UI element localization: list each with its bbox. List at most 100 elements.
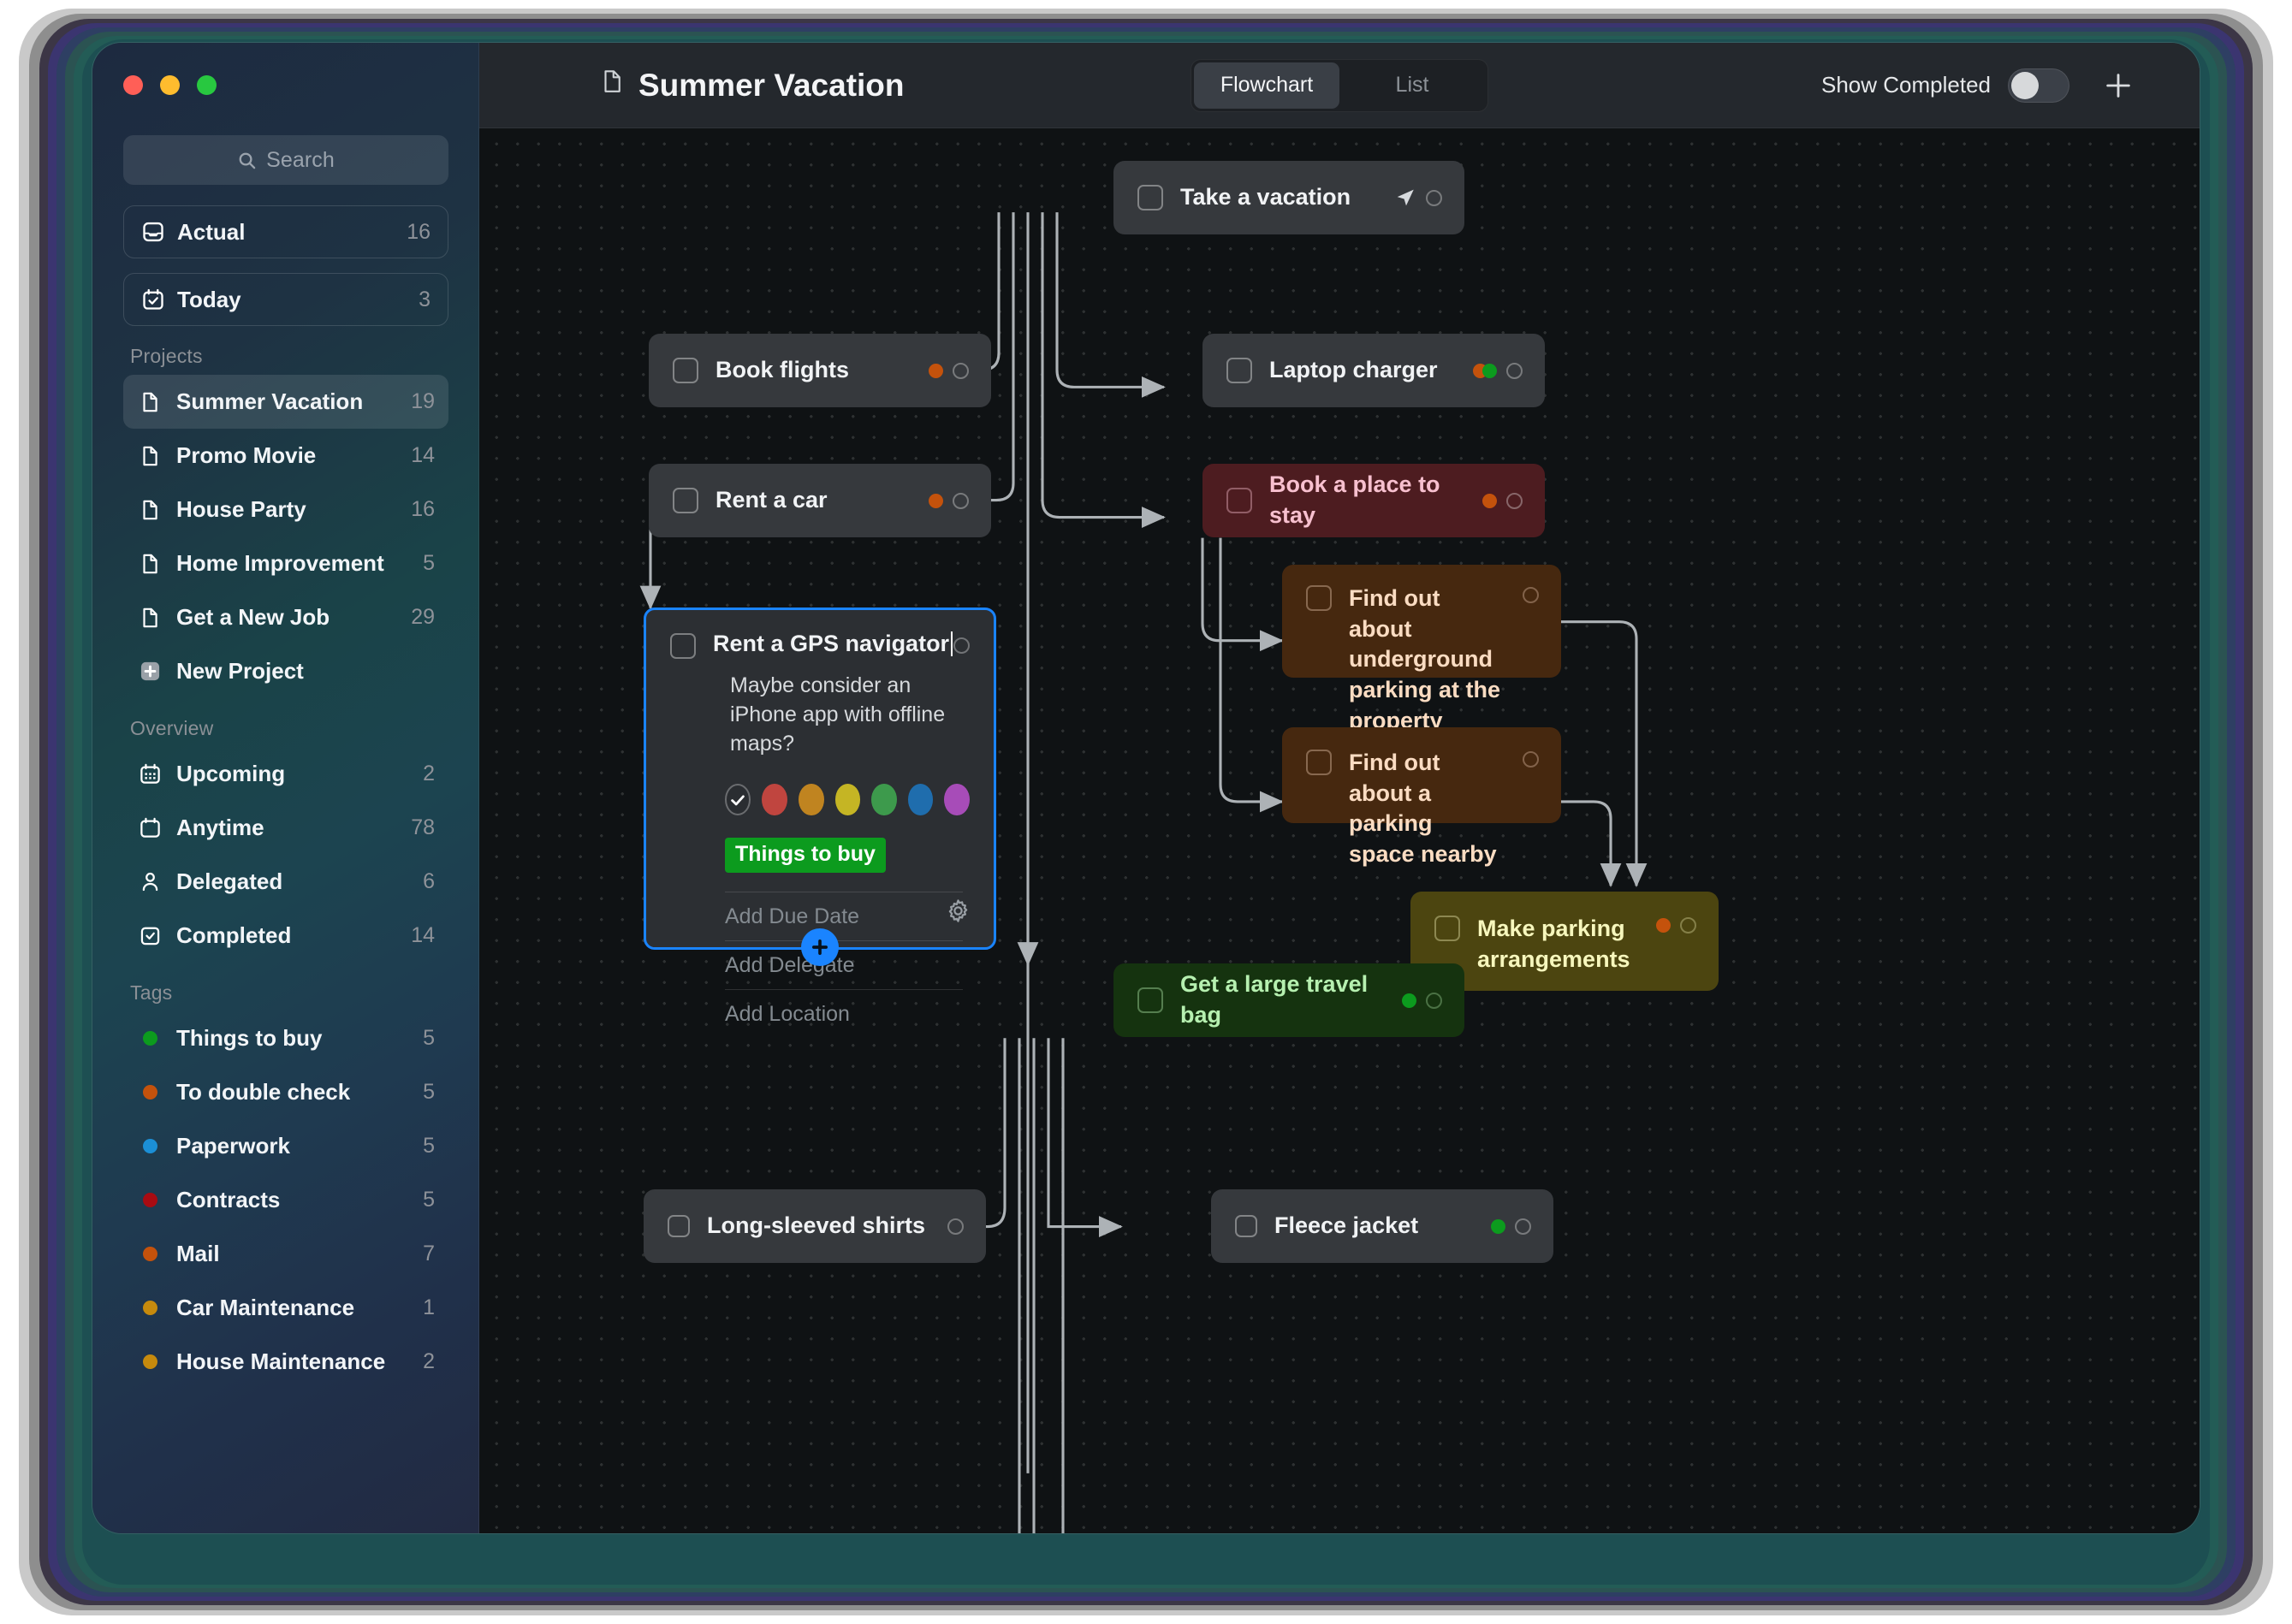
sidebar-item-today[interactable]: Today 3 (123, 273, 448, 326)
task-checkbox[interactable] (1306, 750, 1332, 775)
flowchart-canvas[interactable]: Take a vacation Book flights (479, 128, 2200, 1533)
task-checkbox[interactable] (1226, 488, 1252, 513)
flowchart-node-underground-parking[interactable]: Find out about underground parking at th… (1282, 565, 1561, 678)
location-field[interactable]: Add Location (725, 989, 963, 1038)
flowchart-node-parking-space-nearby[interactable]: Find out about a parking space nearby (1282, 727, 1561, 823)
sidebar-tag-to-double-check[interactable]: To double check 5 (123, 1065, 448, 1119)
tab-list[interactable]: List (1339, 62, 1485, 109)
calendar-grid-icon (139, 762, 168, 785)
flowchart-node-book-flights[interactable]: Book flights (649, 334, 991, 407)
check-icon (728, 791, 747, 809)
sidebar-tag-count: 7 (423, 1242, 435, 1266)
task-title-input[interactable]: Rent a GPS navigator (713, 631, 953, 657)
document-icon (139, 445, 168, 467)
add-subtask-button[interactable] (801, 928, 839, 966)
flowchart-node-book-a-place-to-stay[interactable]: Book a place to stay (1202, 464, 1545, 537)
task-checkbox[interactable] (673, 358, 698, 383)
document-icon (599, 67, 625, 104)
swatch-green[interactable] (871, 784, 897, 815)
task-title: Long-sleeved shirts (707, 1211, 926, 1242)
sidebar-item-count: 2 (423, 762, 435, 786)
page-title: Summer Vacation (599, 67, 905, 104)
show-completed-toggle[interactable] (2008, 68, 2069, 103)
sidebar-item-delegated[interactable]: Delegated 6 (123, 855, 448, 909)
sidebar-item-get-a-new-job[interactable]: Get a New Job 29 (123, 590, 448, 644)
due-date-field[interactable]: Add Due Date (725, 892, 963, 940)
sidebar-item-actual[interactable]: Actual 16 (123, 205, 448, 258)
close-button[interactable] (123, 75, 143, 95)
task-editor-card[interactable]: Rent a GPS navigator Maybe consider an i… (644, 608, 996, 950)
flowchart-node-get-a-large-travel-bag[interactable]: Get a large travel bag (1113, 963, 1464, 1037)
node-badges (1402, 993, 1442, 1009)
task-checkbox[interactable] (668, 1215, 690, 1237)
task-note[interactable]: Maybe consider an iPhone app with offlin… (730, 671, 970, 758)
add-task-button[interactable] (2099, 66, 2138, 105)
flowchart-node-take-a-vacation[interactable]: Take a vacation (1113, 161, 1464, 234)
view-mode-switcher: Flowchart List (1191, 59, 1488, 112)
window-controls (123, 75, 217, 95)
sidebar-item-summer-vacation[interactable]: Summer Vacation 19 (123, 375, 448, 429)
task-checkbox[interactable] (1226, 358, 1252, 383)
task-checkbox[interactable] (1137, 185, 1163, 210)
tag-color-dot-icon (139, 1031, 168, 1046)
swatch-none[interactable] (725, 784, 751, 815)
main-pane: Summer Vacation Flowchart List Show Comp… (479, 43, 2200, 1533)
task-title: Rent a car (716, 485, 917, 516)
swatch-orange[interactable] (799, 784, 824, 815)
swatch-blue[interactable] (908, 784, 934, 815)
tag-dot-to-double-check (929, 494, 943, 508)
sidebar-item-count: 5 (423, 551, 435, 576)
sidebar-tag-contracts[interactable]: Contracts 5 (123, 1173, 448, 1227)
flowchart-node-fleece-jacket[interactable]: Fleece jacket (1211, 1189, 1553, 1263)
sidebar-tag-paperwork[interactable]: Paperwork 5 (123, 1119, 448, 1173)
delegate-field[interactable]: Add Delegate (725, 940, 963, 989)
task-checkbox[interactable] (673, 488, 698, 513)
sidebar-tag-label: Mail (176, 1241, 423, 1267)
progress-ring-icon (1506, 363, 1523, 379)
task-checkbox[interactable] (1235, 1215, 1257, 1237)
sidebar-item-upcoming[interactable]: Upcoming 2 (123, 747, 448, 801)
swatch-red[interactable] (762, 784, 787, 815)
location-arrow-icon (1394, 187, 1416, 209)
tab-flowchart[interactable]: Flowchart (1194, 62, 1339, 109)
flowchart-node-laptop-charger[interactable]: Laptop charger (1202, 334, 1545, 407)
sidebar-item-house-party[interactable]: House Party 16 (123, 483, 448, 536)
task-settings-button[interactable] (945, 898, 971, 928)
task-title: Fleece jacket (1274, 1211, 1479, 1242)
zoom-button[interactable] (197, 75, 217, 95)
tag-color-dot-icon (139, 1193, 168, 1207)
plus-icon (2101, 68, 2135, 103)
flowchart-node-rent-a-car[interactable]: Rent a car (649, 464, 991, 537)
task-checkbox[interactable] (670, 633, 696, 659)
sidebar-item-label: Actual (177, 219, 407, 246)
sidebar-item-completed[interactable]: Completed 14 (123, 909, 448, 963)
show-completed-control: Show Completed (1821, 68, 2069, 103)
progress-ring-icon (953, 363, 969, 379)
task-title: Find out about underground parking at th… (1349, 584, 1501, 736)
sidebar-tag-house-maintenance[interactable]: House Maintenance 2 (123, 1335, 448, 1389)
sidebar-item-home-improvement[interactable]: Home Improvement 5 (123, 536, 448, 590)
page-title-text: Summer Vacation (638, 68, 905, 104)
sidebar-tag-car-maintenance[interactable]: Car Maintenance 1 (123, 1281, 448, 1335)
sidebar-tag-label: Contracts (176, 1187, 423, 1213)
task-checkbox[interactable] (1137, 987, 1163, 1013)
sidebar-item-count: 16 (407, 220, 430, 245)
sidebar-item-label: Summer Vacation (176, 388, 411, 415)
swatch-yellow[interactable] (835, 784, 861, 815)
sidebar-tag-mail[interactable]: Mail 7 (123, 1227, 448, 1281)
sidebar-section-projects: Projects (130, 345, 448, 368)
task-checkbox[interactable] (1306, 585, 1332, 611)
sidebar-scroll-area[interactable]: Actual 16 Today 3 (92, 205, 479, 1533)
task-tag-chip[interactable]: Things to buy (725, 838, 886, 873)
sidebar-tag-things-to-buy[interactable]: Things to buy 5 (123, 1011, 448, 1065)
sidebar-tag-count: 1 (423, 1295, 435, 1320)
task-checkbox[interactable] (1434, 916, 1460, 941)
minimize-button[interactable] (160, 75, 180, 95)
sidebar-item-promo-movie[interactable]: Promo Movie 14 (123, 429, 448, 483)
sidebar-item-anytime[interactable]: Anytime 78 (123, 801, 448, 855)
search-input[interactable]: Search (123, 135, 448, 185)
swatch-purple[interactable] (944, 784, 970, 815)
task-title: Laptop charger (1269, 355, 1461, 386)
flowchart-node-long-sleeved-shirts[interactable]: Long-sleeved shirts (644, 1189, 986, 1263)
sidebar-item-new-project[interactable]: New Project (123, 644, 448, 698)
